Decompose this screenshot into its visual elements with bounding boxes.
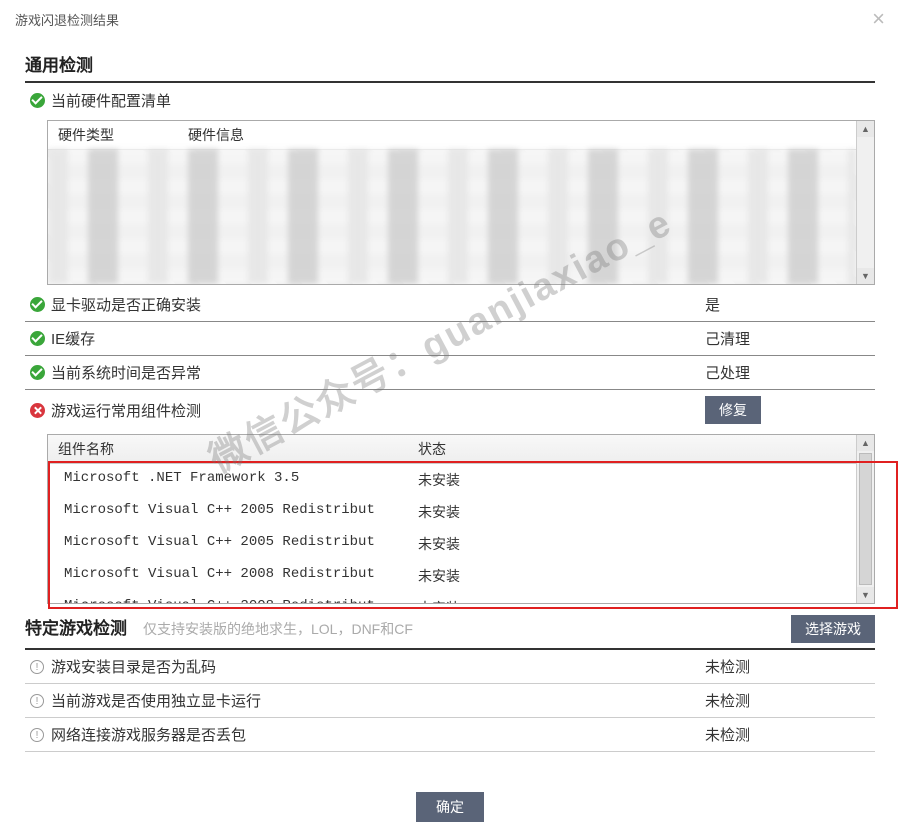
systime-label: 当前系统时间是否异常 — [49, 362, 705, 383]
row-hardware: 当前硬件配置清单 — [25, 83, 875, 117]
hardware-table-body-blurred — [48, 149, 856, 284]
section-specific-note: 仅支持安装版的绝地求生，LOL，DNF和CF — [143, 619, 413, 639]
component-status: 未安装 — [418, 534, 846, 554]
scrollbar[interactable]: ▲ ▼ — [856, 435, 874, 603]
scrollbar[interactable]: ▲ ▼ — [856, 121, 874, 284]
repair-button[interactable]: 修复 — [705, 396, 761, 424]
component-name: Microsoft Visual C++ 2005 Redistribut — [64, 502, 418, 522]
check-error-icon — [30, 403, 45, 418]
packetloss-label: 网络连接游戏服务器是否丢包 — [49, 724, 705, 745]
scroll-down-icon[interactable]: ▼ — [857, 268, 874, 284]
row-packetloss: 网络连接游戏服务器是否丢包 未检测 — [25, 718, 875, 752]
footer: 确定 — [0, 792, 900, 822]
components-label: 游戏运行常用组件检测 — [49, 400, 705, 421]
hardware-table-header: 硬件类型 硬件信息 — [48, 121, 856, 150]
table-row: Microsoft Visual C++ 2005 Redistribut未安装 — [48, 528, 856, 560]
info-icon — [30, 660, 44, 674]
comp-header-name: 组件名称 — [58, 439, 418, 459]
table-row: Microsoft Visual C++ 2008 Redistribut未安装 — [48, 560, 856, 592]
hw-header-type: 硬件类型 — [58, 125, 188, 145]
ie-status: 己清理 — [705, 328, 875, 349]
scroll-down-icon[interactable]: ▼ — [857, 587, 874, 603]
comp-header-status: 状态 — [418, 439, 846, 459]
gpu-label: 显卡驱动是否正确安装 — [49, 294, 705, 315]
check-ok-icon — [30, 365, 45, 380]
row-dgpu: 当前游戏是否使用独立显卡运行 未检测 — [25, 684, 875, 718]
info-icon — [30, 694, 44, 708]
row-gpu-driver: 显卡驱动是否正确安装 是 — [25, 288, 875, 322]
check-ok-icon — [30, 297, 45, 312]
table-row: Microsoft Visual C++ 2005 Redistribut未安装 — [48, 496, 856, 528]
section-specific: 特定游戏检测 仅支持安装版的绝地求生，LOL，DNF和CF 选择游戏 — [25, 610, 875, 650]
packetloss-status: 未检测 — [705, 724, 875, 745]
ie-label: IE缓存 — [49, 328, 705, 349]
hw-header-info: 硬件信息 — [188, 125, 244, 145]
components-table-header: 组件名称 状态 — [48, 435, 856, 464]
dgpu-status: 未检测 — [705, 690, 875, 711]
components-table-body: Microsoft .NET Framework 3.5未安装Microsoft… — [48, 464, 856, 603]
hardware-label: 当前硬件配置清单 — [49, 90, 875, 111]
component-name: Microsoft .NET Framework 3.5 — [64, 470, 418, 490]
check-ok-icon — [30, 93, 45, 108]
row-components: 游戏运行常用组件检测 修复 — [25, 390, 875, 430]
component-name: Microsoft Visual C++ 2005 Redistribut — [64, 534, 418, 554]
installdir-status: 未检测 — [705, 656, 875, 677]
window-title: 游戏闪退检测结果 — [15, 10, 119, 29]
section-specific-title: 特定游戏检测 — [25, 614, 127, 639]
close-icon[interactable]: × — [872, 8, 885, 30]
row-ie-cache: IE缓存 己清理 — [25, 322, 875, 356]
titlebar: 游戏闪退检测结果 × — [0, 0, 900, 39]
components-panel: 组件名称 状态 Microsoft .NET Framework 3.5未安装M… — [47, 434, 875, 604]
table-row: Microsoft .NET Framework 3.5未安装 — [48, 464, 856, 496]
component-name: Microsoft Visual C++ 2008 Redistribut — [64, 598, 418, 603]
component-status: 未安装 — [418, 598, 846, 603]
component-name: Microsoft Visual C++ 2008 Redistribut — [64, 566, 418, 586]
gpu-status: 是 — [705, 294, 875, 315]
scroll-up-icon[interactable]: ▲ — [857, 121, 874, 137]
dgpu-label: 当前游戏是否使用独立显卡运行 — [49, 690, 705, 711]
component-status: 未安装 — [418, 502, 846, 522]
scroll-up-icon[interactable]: ▲ — [857, 435, 874, 451]
select-game-button[interactable]: 选择游戏 — [791, 615, 875, 643]
row-systime: 当前系统时间是否异常 己处理 — [25, 356, 875, 390]
component-status: 未安装 — [418, 470, 846, 490]
component-status: 未安装 — [418, 566, 846, 586]
installdir-label: 游戏安装目录是否为乱码 — [49, 656, 705, 677]
info-icon — [30, 728, 44, 742]
row-installdir: 游戏安装目录是否为乱码 未检测 — [25, 650, 875, 684]
ok-button[interactable]: 确定 — [416, 792, 484, 822]
section-general-title: 通用检测 — [25, 47, 875, 83]
scroll-thumb[interactable] — [859, 453, 872, 585]
check-ok-icon — [30, 331, 45, 346]
table-row: Microsoft Visual C++ 2008 Redistribut未安装 — [48, 592, 856, 603]
hardware-panel: 硬件类型 硬件信息 ▲ ▼ — [47, 120, 875, 285]
systime-status: 己处理 — [705, 362, 875, 383]
